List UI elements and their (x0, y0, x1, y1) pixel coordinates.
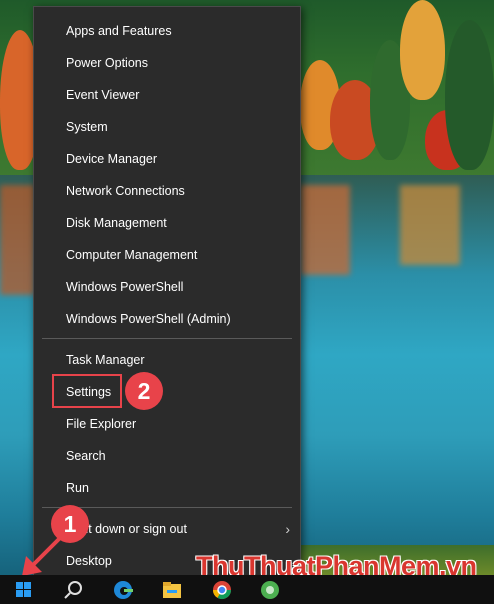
lake-reflection (300, 185, 350, 275)
autumn-tree (400, 0, 445, 100)
lake-reflection (0, 185, 35, 295)
menu-item-file-explorer[interactable]: File Explorer (34, 408, 300, 440)
menu-item-network-connections[interactable]: Network Connections (34, 175, 300, 207)
menu-item-system[interactable]: System (34, 111, 300, 143)
chevron-right-icon: › (285, 521, 290, 537)
search-icon[interactable] (62, 579, 84, 601)
winx-context-menu: Apps and Features Power Options Event Vi… (33, 6, 301, 582)
settings-highlight-box (52, 374, 122, 408)
menu-item-windows-powershell[interactable]: Windows PowerShell (34, 271, 300, 303)
menu-item-run[interactable]: Run (34, 472, 300, 504)
edge-icon[interactable] (112, 579, 134, 601)
menu-separator (42, 338, 292, 339)
step-2-badge: 2 (125, 372, 163, 410)
lake-reflection (400, 185, 460, 265)
menu-item-task-manager[interactable]: Task Manager (34, 344, 300, 376)
menu-item-event-viewer[interactable]: Event Viewer (34, 79, 300, 111)
green-app-icon[interactable] (259, 579, 281, 601)
file-explorer-icon[interactable] (161, 579, 183, 601)
menu-item-power-options[interactable]: Power Options (34, 47, 300, 79)
windows-start-icon (16, 582, 31, 597)
taskbar (0, 575, 494, 604)
chrome-icon[interactable] (211, 579, 233, 601)
menu-item-apps-and-features[interactable]: Apps and Features (34, 15, 300, 47)
menu-item-device-manager[interactable]: Device Manager (34, 143, 300, 175)
start-button[interactable] (0, 575, 48, 604)
menu-item-windows-powershell-admin[interactable]: Windows PowerShell (Admin) (34, 303, 300, 335)
menu-item-computer-management[interactable]: Computer Management (34, 239, 300, 271)
menu-item-disk-management[interactable]: Disk Management (34, 207, 300, 239)
pine-tree (445, 20, 494, 170)
menu-item-search[interactable]: Search (34, 440, 300, 472)
